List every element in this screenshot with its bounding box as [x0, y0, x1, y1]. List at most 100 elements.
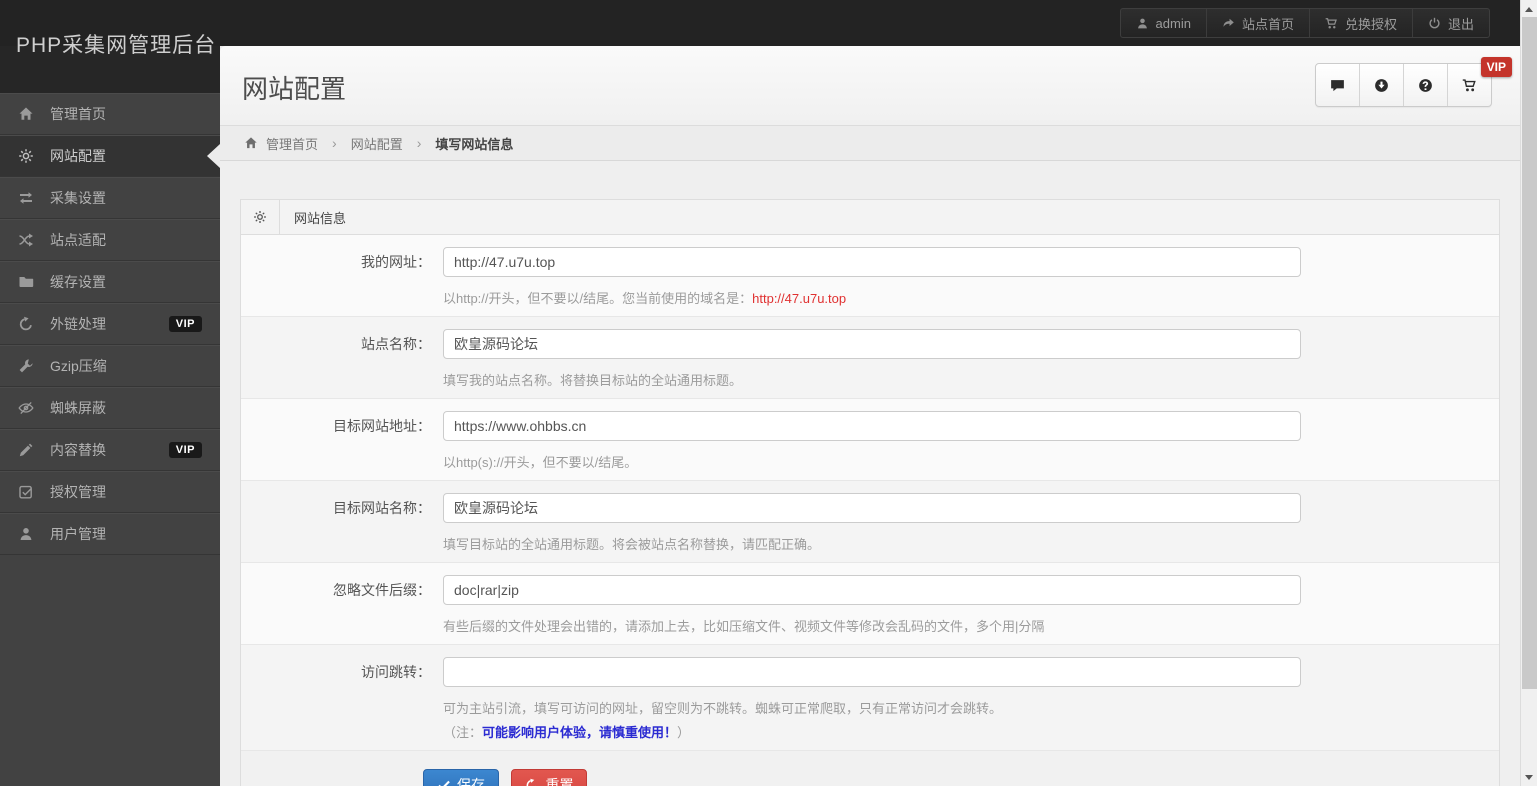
text-input[interactable] — [443, 575, 1301, 605]
sidebar-item-label: 缓存设置 — [50, 274, 106, 290]
sidebar-item-refresh[interactable]: 外链处理 VIP — [0, 303, 220, 345]
sidebar-item-eye-slash[interactable]: 蜘蛛屏蔽 — [0, 387, 220, 429]
vip-badge: VIP — [1480, 57, 1512, 77]
sidebar-item-check-square[interactable]: 授权管理 — [0, 471, 220, 513]
breadcrumb-link[interactable]: 网站配置 — [351, 134, 403, 153]
sidebar-item-label: 外链处理 — [50, 316, 106, 332]
check-icon — [437, 778, 451, 786]
sidebar-item-label: 管理首页 — [50, 106, 106, 122]
scrollbar-down-button[interactable] — [1521, 769, 1537, 785]
panel-title: 网站信息 — [294, 210, 347, 226]
field: 填写目标站的全站通用标题。将会被站点名称替换，请匹配正确。 — [443, 493, 1499, 562]
topbar-item-label: admin — [1155, 15, 1191, 31]
sidebar-item-label: 网站配置 — [50, 148, 106, 164]
sidebar-item-home[interactable]: 管理首页 — [0, 93, 220, 135]
triangle-up-icon — [1525, 6, 1533, 12]
breadcrumb-label: 网站配置 — [350, 136, 403, 152]
field: 以http(s)://开头，但不要以/结尾。 — [443, 411, 1499, 480]
field-label: 忽略文件后缀： — [333, 582, 431, 598]
breadcrumb-label: 管理首页 — [266, 136, 319, 152]
share-icon — [1222, 17, 1235, 30]
topbar-nav: admin 站点首页 兑换授权 退出 — [1119, 8, 1490, 38]
topbar-item-power[interactable]: 退出 — [1411, 9, 1489, 37]
content: 网站配置 VIP 管理首页 › 网站配置 › 填写网站信息 网站信息 我的网址： 以htt… — [220, 46, 1520, 786]
text-input[interactable] — [443, 247, 1301, 277]
wrench-icon — [18, 358, 34, 374]
cart-icon — [1325, 17, 1338, 30]
download-circle-button[interactable] — [1359, 64, 1403, 106]
hint-link[interactable]: 可能影响用户体验，请慎重使用！ — [482, 725, 677, 740]
sidebar-item-retweet[interactable]: 采集设置 — [0, 177, 220, 219]
sidebar-item-label: 站点适配 — [50, 232, 106, 248]
user-icon — [1136, 17, 1149, 30]
sidebar-item-wrench[interactable]: Gzip压缩 — [0, 345, 220, 387]
sidebar-item-user[interactable]: 用户管理 — [0, 513, 220, 555]
reset-button[interactable]: 重置 — [511, 769, 588, 786]
eye-slash-icon — [18, 400, 34, 416]
form-row: 站点名称： 填写我的站点名称。将替换目标站的全站通用标题。 — [241, 317, 1499, 399]
topbar-item-label: 站点首页 — [1241, 16, 1294, 32]
gear-icon — [241, 200, 280, 234]
app-logo: PHP采集网管理后台 — [16, 34, 217, 57]
power-icon — [1428, 17, 1441, 30]
site-info-panel: 网站信息 我的网址： 以http://开头，但不要以/结尾。您当前使用的域名是：h… — [240, 199, 1500, 786]
field-hint: 以http://开头，但不要以/结尾。您当前使用的域名是：http://47.u… — [443, 290, 1499, 309]
text-input[interactable] — [443, 411, 1301, 441]
sidebar-item-pencil[interactable]: 内容替换 VIP — [0, 429, 220, 471]
folder-icon — [18, 274, 34, 290]
sidebar-item-shuffle[interactable]: 站点适配 — [0, 219, 220, 261]
field: 有些后缀的文件处理会出错的，请添加上去，比如压缩文件、视频文件等修改会乱码的文件… — [443, 575, 1499, 644]
sidebar-item-gear[interactable]: 网站配置 — [0, 135, 220, 177]
gear-icon — [18, 148, 34, 164]
sidebar-item-label: 用户管理 — [50, 526, 106, 542]
download-circle-icon — [1374, 78, 1389, 93]
topbar: admin 站点首页 兑换授权 退出 — [0, 0, 1520, 46]
scrollbar-thumb[interactable] — [1522, 17, 1537, 689]
topbar-item-cart[interactable]: 兑换授权 — [1308, 9, 1412, 37]
scrollbar-up-button[interactable] — [1521, 1, 1537, 17]
question-circle-button[interactable] — [1403, 64, 1447, 106]
sidebar-item-label: 内容替换 — [50, 442, 106, 458]
home-icon — [18, 106, 34, 122]
field-hint: 可为主站引流，填写可访问的网址，留空则为不跳转。蜘蛛可正常爬取，只有正常访问才会… — [443, 700, 1499, 719]
form-row: 访问跳转： 可为主站引流，填写可访问的网址，留空则为不跳转。蜘蛛可正常爬取，只有正… — [241, 645, 1499, 751]
reset-button-label: 重置 — [545, 777, 574, 786]
sidebar-item-label: 蜘蛛屏蔽 — [50, 400, 106, 416]
field-hint: 填写我的站点名称。将替换目标站的全站通用标题。 — [443, 372, 1499, 391]
field: 填写我的站点名称。将替换目标站的全站通用标题。 — [443, 329, 1499, 398]
question-circle-icon — [1418, 78, 1433, 93]
comment-icon — [1330, 78, 1345, 93]
hint-highlight: http://47.u7u.top — [752, 291, 847, 306]
sidebar-item-label: 授权管理 — [50, 484, 106, 500]
header-tool-group — [1315, 63, 1492, 107]
comment-button[interactable] — [1316, 64, 1359, 106]
hint-text: ） — [677, 724, 691, 740]
main-area: 网站信息 我的网址： 以http://开头，但不要以/结尾。您当前使用的域名是：h… — [220, 199, 1520, 786]
chevron-right-icon: › — [416, 135, 422, 151]
field-label: 我的网址： — [361, 254, 431, 270]
user-icon — [18, 526, 34, 542]
hint-text: 以http(s)://开头，但不要以/结尾。 — [443, 455, 638, 470]
topbar-item-share[interactable]: 站点首页 — [1205, 9, 1309, 37]
save-button[interactable]: 保存 — [423, 769, 499, 786]
breadcrumb-current: 填写网站信息 — [435, 134, 513, 153]
text-input[interactable] — [443, 657, 1301, 687]
topbar-item-user[interactable]: admin — [1121, 9, 1206, 37]
sidebar-item-folder[interactable]: 缓存设置 — [0, 261, 220, 303]
check-square-icon — [18, 484, 34, 500]
home-icon — [244, 136, 258, 150]
field: 可为主站引流，填写可访问的网址，留空则为不跳转。蜘蛛可正常爬取，只有正常访问才会… — [443, 657, 1499, 750]
text-input[interactable] — [443, 493, 1301, 523]
field-label: 站点名称： — [361, 336, 431, 352]
hint-text: 以http://开头，但不要以/结尾。您当前使用的域名是： — [443, 291, 753, 306]
breadcrumb-link[interactable]: 管理首页 — [244, 134, 318, 153]
cart-icon — [1462, 78, 1477, 93]
form-row: 目标网站名称： 填写目标站的全站通用标题。将会被站点名称替换，请匹配正确。 — [241, 481, 1499, 563]
text-input[interactable] — [443, 329, 1301, 359]
field-note: （注：可能影响用户体验，请慎重使用！） — [443, 724, 1499, 743]
page-title: 网站配置 — [242, 74, 347, 104]
admin-backend-screen: admin 站点首页 兑换授权 退出 PHP采集网管理后台 管理首页 网站配置 采集设置站… — [0, 0, 1537, 786]
field-hint: 填写目标站的全站通用标题。将会被站点名称替换，请匹配正确。 — [443, 536, 1499, 555]
field-label: 访问跳转： — [361, 664, 431, 680]
save-button-label: 保存 — [457, 777, 485, 786]
